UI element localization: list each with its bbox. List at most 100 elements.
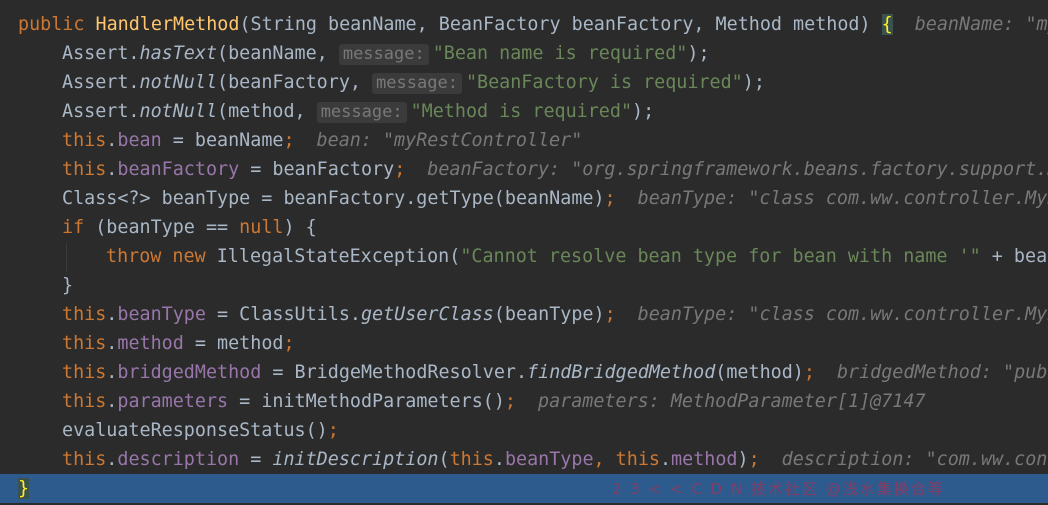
code-text: Assert.notNull(method, message: "Method i…: [62, 97, 654, 126]
code-line[interactable]: this.bean = beanName; bean: "myRestContro…: [0, 126, 1048, 155]
code-token: .: [106, 304, 118, 325]
code-token: = method: [183, 333, 284, 354]
code-text: Class<?> beanType = beanFactory.getType(…: [62, 184, 1048, 213]
code-token: );: [742, 72, 765, 93]
code-token: ;: [327, 420, 339, 441]
code-token: this: [62, 391, 107, 412]
code-text: if (beanType == null) {: [62, 213, 317, 242]
code-token: ;: [283, 130, 295, 151]
code-token: throw new: [106, 246, 217, 267]
code-token: this: [62, 449, 107, 470]
code-token: evaluateResponseStatus(): [62, 420, 328, 441]
code-line[interactable]: Assert.notNull(method, message: "Method i…: [0, 97, 1048, 126]
code-token: parameters: [117, 391, 229, 412]
code-token: this: [62, 304, 107, 325]
code-token: (beanType ==: [84, 217, 240, 238]
code-text: this.parameters = initMethodParameters()…: [62, 387, 926, 416]
code-text: Assert.notNull(beanFactory, message: "Bea…: [62, 68, 765, 97]
code-token: this: [62, 159, 107, 180]
code-editor[interactable]: public HandlerMethod(String beanName, Be…: [0, 0, 1048, 505]
code-line[interactable]: Assert.hasText(beanName, message: "Bean n…: [0, 39, 1048, 68]
code-token: = beanName: [161, 130, 284, 151]
inline-debug-value: bridgedMethod: "publ: [836, 362, 1048, 383]
code-token: description: [117, 449, 240, 470]
code-token: (beanName,: [217, 43, 339, 64]
code-line[interactable]: this.beanFactory = beanFactory; beanFacto…: [0, 155, 1048, 184]
code-line[interactable]: Assert.notNull(beanFactory, message: "Bea…: [0, 68, 1048, 97]
code-line[interactable]: if (beanType == null) {: [0, 213, 1048, 242]
code-token: notNull: [139, 101, 218, 122]
code-text: Assert.hasText(beanName, message: "Bean n…: [62, 39, 710, 68]
code-token: = beanFactory: [239, 159, 395, 180]
code-token: this: [615, 449, 660, 470]
code-token: ;: [604, 188, 616, 209]
code-text: this.bean = beanName; bean: "myRestContro…: [62, 126, 582, 155]
code-line[interactable]: public HandlerMethod(String beanName, Be…: [0, 10, 1048, 39]
code-token: = initMethodParameters(): [228, 391, 505, 412]
code-token: public: [18, 14, 96, 35]
code-token: Assert.: [62, 101, 140, 122]
code-token: beanFactory: [117, 159, 240, 180]
code-text: this.description = initDescription(this.…: [62, 445, 1048, 474]
code-text: }: [62, 271, 73, 300]
code-line[interactable]: this.beanType = ClassUtils.getUserClass(…: [0, 300, 1048, 329]
code-line[interactable]: evaluateResponseStatus();: [0, 416, 1048, 445]
code-text: this.beanFactory = beanFactory; beanFacto…: [62, 155, 1048, 184]
code-token: method: [117, 333, 184, 354]
code-token: beanType: [117, 304, 206, 325]
inline-debug-value: bean: "myRestController": [316, 130, 583, 151]
code-text: this.bridgedMethod = BridgeMethodResolve…: [62, 358, 1048, 387]
code-token: (String beanName, BeanFactory beanFactor…: [239, 14, 882, 35]
code-token: (: [438, 449, 450, 470]
code-token: = BridgeMethodResolver.: [261, 362, 528, 383]
code-token: "Method is required": [410, 101, 633, 122]
code-token: getUserClass: [360, 304, 494, 325]
code-token: this: [62, 362, 107, 383]
watermark: 2 3 < < C D N 技术社区 @浅水集换合等: [612, 480, 945, 498]
code-token: "Cannot resolve bean type for bean with …: [460, 246, 981, 267]
code-token: =: [239, 449, 273, 470]
inline-debug-value: beanName: "my: [914, 14, 1048, 35]
code-line[interactable]: }: [0, 271, 1048, 300]
code-line[interactable]: this.bridgedMethod = BridgeMethodResolve…: [0, 358, 1048, 387]
code-token: }: [62, 275, 74, 296]
code-token: "BeanFactory is required": [465, 72, 743, 93]
code-token: Assert.: [62, 43, 140, 64]
code-text: this.beanType = ClassUtils.getUserClass(…: [62, 300, 1048, 329]
code-token: Class<?> beanType = beanFactory.getType(…: [62, 188, 605, 209]
code-token: "Bean name is required": [432, 43, 688, 64]
code-token: .: [106, 362, 118, 383]
code-line[interactable]: throw new IllegalStateException("Cannot …: [0, 242, 1048, 271]
code-token: (method): [715, 362, 804, 383]
parameter-hint: message:: [338, 44, 429, 65]
code-token: (beanType): [493, 304, 605, 325]
code-token: this: [62, 333, 107, 354]
code-token: bean: [117, 130, 162, 151]
code-token: ;: [283, 333, 295, 354]
inline-debug-value: beanFactory: "org.springframework.beans.…: [427, 159, 1048, 180]
code-text: throw new IllegalStateException("Cannot …: [106, 242, 1048, 271]
code-line[interactable]: Class<?> beanType = beanFactory.getType(…: [0, 184, 1048, 213]
code-token: ;: [394, 159, 406, 180]
inline-debug-value: description: "com.ww.cont: [781, 449, 1048, 470]
inline-debug-value: parameters: MethodParameter[1]@7147: [538, 391, 926, 412]
code-token: this: [62, 130, 107, 151]
code-line[interactable]: this.description = initDescription(this.…: [0, 445, 1048, 474]
code-token: ;: [604, 304, 616, 325]
parameter-hint: message:: [372, 73, 462, 94]
inline-debug-value: beanType: "class com.ww.controller.MyR: [637, 188, 1048, 209]
code-token: findBridgedMethod: [527, 362, 716, 383]
code-line[interactable]: this.method = method;: [0, 329, 1048, 358]
code-token: (beanFactory,: [217, 72, 373, 93]
code-token: IllegalStateException(: [216, 246, 461, 267]
code-token: ,: [593, 449, 616, 470]
code-token: (method,: [217, 101, 317, 122]
parameter-hint: message:: [316, 102, 407, 123]
code-token: this: [449, 449, 494, 470]
code-token: if: [62, 217, 85, 238]
matched-brace: {: [881, 14, 893, 35]
code-token: Assert.: [62, 72, 140, 93]
code-token: + bean: [991, 246, 1048, 267]
code-token: ;: [748, 449, 760, 470]
code-line[interactable]: this.parameters = initMethodParameters()…: [0, 387, 1048, 416]
